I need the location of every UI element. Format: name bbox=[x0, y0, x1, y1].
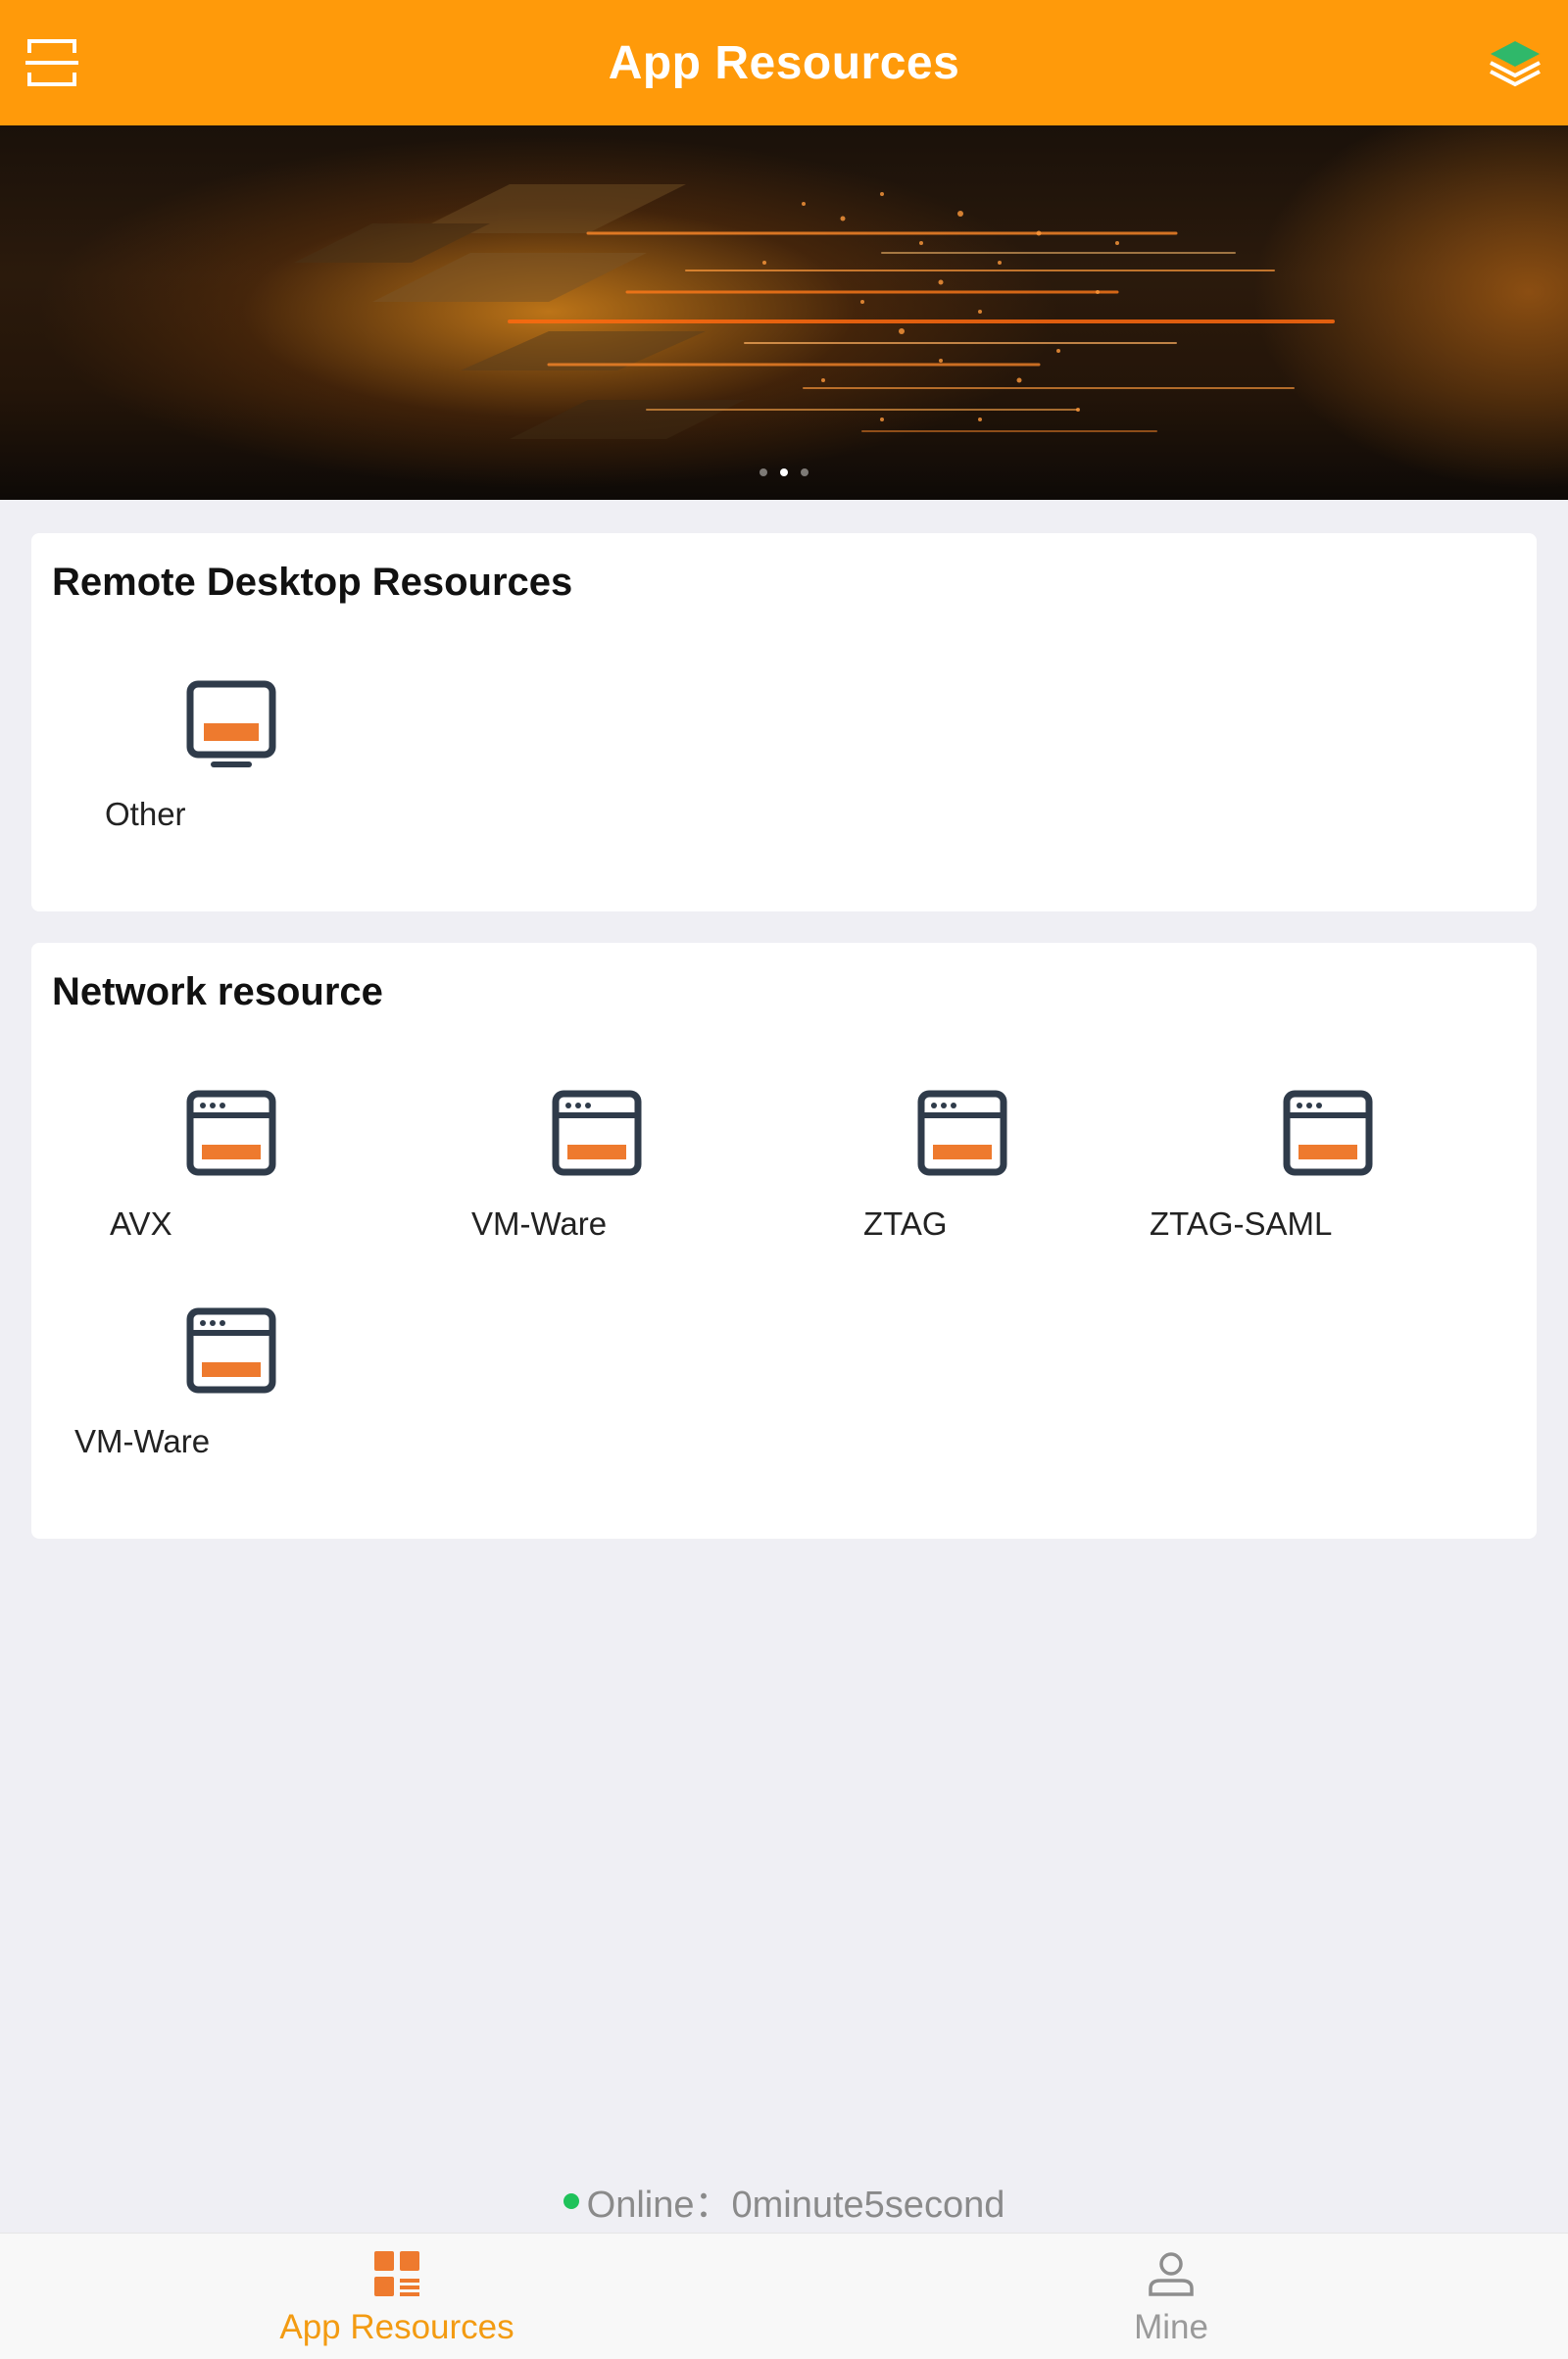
remote-desktop-card: Remote Desktop Resources Other bbox=[31, 533, 1537, 911]
page-title: App Resources bbox=[608, 36, 960, 89]
resource-label: Other bbox=[105, 796, 186, 832]
resource-label: AVX bbox=[110, 1205, 172, 1242]
browser-window-icon bbox=[1283, 1090, 1373, 1176]
resource-label: ZTAG-SAML bbox=[1150, 1205, 1333, 1242]
browser-window-icon bbox=[186, 1090, 276, 1176]
section-title: Network resource bbox=[52, 970, 383, 1013]
resource-item-avx[interactable]: AVX bbox=[31, 1090, 325, 1286]
resource-item-vm-ware[interactable]: VM-Ware bbox=[397, 1090, 691, 1286]
tab-label: App Resources bbox=[279, 2308, 514, 2346]
tab-app-resources[interactable]: App Resources bbox=[5, 2234, 789, 2359]
section-title: Remote Desktop Resources bbox=[52, 561, 573, 604]
resource-item-ztag[interactable]: ZTAG bbox=[762, 1090, 1056, 1286]
carousel-indicator bbox=[0, 468, 1568, 476]
user-icon bbox=[1149, 2252, 1194, 2296]
banner-image bbox=[294, 184, 1335, 439]
tab-label: Mine bbox=[1134, 2308, 1208, 2346]
carousel-dot[interactable] bbox=[760, 468, 767, 476]
bottom-tab-bar: App Resources Mine bbox=[0, 2233, 1568, 2359]
layers-button[interactable] bbox=[1484, 33, 1546, 92]
resource-item-other[interactable]: Other bbox=[31, 680, 325, 876]
resource-label: VM-Ware bbox=[74, 1423, 211, 1459]
browser-window-icon bbox=[917, 1090, 1007, 1176]
online-status: Online：0minute5second bbox=[0, 2174, 1568, 2228]
carousel-dot[interactable] bbox=[801, 468, 808, 476]
layers-icon bbox=[1490, 41, 1541, 87]
scan-icon bbox=[25, 39, 78, 86]
tab-mine[interactable]: Mine bbox=[779, 2234, 1563, 2359]
resource-label: ZTAG bbox=[863, 1205, 948, 1242]
monitor-icon bbox=[186, 680, 276, 767]
top-app-bar: App Resources bbox=[0, 0, 1568, 125]
resource-item-vm-ware-2[interactable]: VM-Ware bbox=[31, 1307, 325, 1503]
network-resource-card: Network resource AVX VM-Ware ZTAG ZTAG-S… bbox=[31, 943, 1537, 1539]
online-dot-icon bbox=[563, 2192, 579, 2209]
resource-item-ztag-saml[interactable]: ZTAG-SAML bbox=[1128, 1090, 1422, 1286]
carousel-dot-active[interactable] bbox=[780, 468, 788, 476]
browser-window-icon bbox=[552, 1090, 642, 1176]
grid-list-icon bbox=[374, 2251, 419, 2296]
banner-carousel[interactable] bbox=[0, 125, 1568, 500]
resource-label: VM-Ware bbox=[471, 1205, 608, 1242]
browser-window-icon bbox=[186, 1307, 276, 1394]
online-status-text: Online：0minute5second bbox=[586, 2185, 1005, 2226]
scan-button[interactable] bbox=[22, 33, 82, 92]
